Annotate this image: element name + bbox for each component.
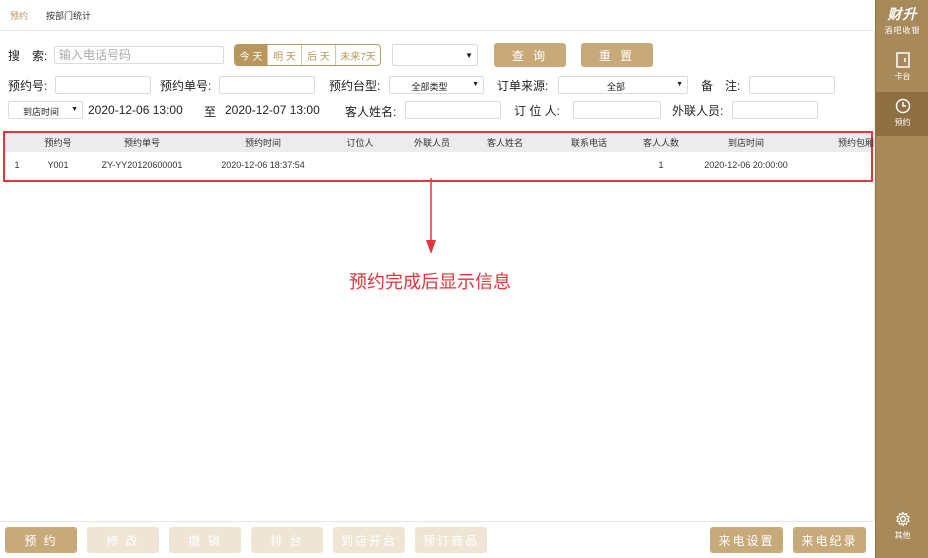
segment-next-7-days[interactable]: 未来7天 <box>336 45 380 65</box>
chevron-down-icon: ▼ <box>465 51 473 60</box>
brand-sub: 酒吧收银 <box>884 26 921 35</box>
cancel-button[interactable]: 撤 销 <box>169 527 241 553</box>
column-header: 外联人员 <box>413 138 451 148</box>
reserve-button[interactable]: 预 约 <box>5 527 77 553</box>
column-header: 客人姓名 <box>486 138 524 148</box>
query-button[interactable]: 查 询 <box>494 43 566 67</box>
column-header: 预约单号 <box>123 138 161 148</box>
door-icon <box>895 52 910 68</box>
divider <box>0 521 875 522</box>
search-input[interactable] <box>54 46 224 64</box>
column-header: 到店时间 <box>727 138 765 148</box>
time-type-value: 到店时间 <box>23 107 60 117</box>
sidebar: 财升 酒吧收银 卡台 预约 其他 <box>875 0 928 558</box>
cell-reservation-time: 2020-12-06 18:37:54 <box>221 160 305 170</box>
arrive-open-table-button[interactable]: 到店开台 <box>333 527 405 553</box>
column-header: 客人人数 <box>642 138 680 148</box>
sidebar-item-tables[interactable]: 卡台 <box>876 46 928 90</box>
reserve-goods-button[interactable]: 预订商品 <box>415 527 487 553</box>
order-source-select[interactable]: 全部 ▼ <box>558 76 688 94</box>
segment-today[interactable]: 今 天 <box>235 45 268 65</box>
gear-icon <box>895 511 910 527</box>
guest-name-label: 客人姓名: <box>345 105 397 119</box>
app: 预约 按部门统计 搜 索: 今 天 明 天 后 天 未来7天 ▼ 查 询 重 置… <box>0 0 928 558</box>
sidebar-item-reservation[interactable]: 预约 <box>876 92 928 136</box>
clock-icon <box>895 98 910 114</box>
cell-guest-count: 1 <box>658 160 664 170</box>
column-header: 订位人 <box>346 138 374 148</box>
column-header: 预约号 <box>44 138 72 148</box>
column-header: 预约包厢 <box>837 138 875 148</box>
call-settings-button[interactable]: 来电设置 <box>710 527 783 553</box>
cell-order-no: ZY-YY20120600001 <box>101 160 183 170</box>
sidebar-item-other[interactable]: 其他 <box>876 505 928 549</box>
tab-department-stats[interactable]: 按部门统计 <box>46 9 91 22</box>
sidebar-item-label: 其他 <box>894 531 911 540</box>
table-header: 预约号 预约单号 预约时间 订位人 外联人员 客人姓名 联系电话 客人人数 到店… <box>5 133 875 152</box>
segment-tomorrow[interactable]: 明 天 <box>268 45 302 65</box>
call-records-button[interactable]: 来电纪录 <box>793 527 866 553</box>
search-dropdown[interactable]: ▼ <box>392 44 478 66</box>
to-label: 至 <box>204 105 217 119</box>
annotation-arrow-icon <box>426 178 436 254</box>
cell-arrival-time: 2020-12-06 20:00:00 <box>704 160 788 170</box>
sidebar-item-label: 预约 <box>894 118 911 127</box>
staff-label: 外联人员: <box>672 104 724 118</box>
guest-name-input[interactable] <box>405 101 501 119</box>
reservation-order-input[interactable] <box>219 76 315 94</box>
table-type-label: 预约台型: <box>329 79 381 93</box>
order-source-value: 全部 <box>606 82 625 92</box>
search-label: 搜 索: <box>8 49 48 63</box>
reset-button[interactable]: 重 置 <box>581 43 653 67</box>
segment-day-after[interactable]: 后 天 <box>302 45 336 65</box>
column-header: 联系电话 <box>570 138 608 148</box>
table-type-value: 全部类型 <box>411 82 448 92</box>
top-tabs: 预约 按部门统计 <box>0 0 875 31</box>
annotation-text: 预约完成后显示信息 <box>349 272 511 292</box>
brand-logo: 财升 酒吧收银 <box>876 4 928 36</box>
brand-main: 财升 <box>887 6 918 22</box>
chevron-down-icon: ▼ <box>676 81 683 88</box>
tab-reservation[interactable]: 预约 <box>10 9 28 22</box>
chevron-down-icon: ▼ <box>472 81 479 88</box>
reservation-table: 预约号 预约单号 预约时间 订位人 外联人员 客人姓名 联系电话 客人人数 到店… <box>3 131 875 182</box>
table-type-select[interactable]: 全部类型 ▼ <box>389 76 484 94</box>
cell-index: 1 <box>14 160 20 170</box>
start-time[interactable]: 2020-12-06 13:00 <box>88 103 183 117</box>
booker-input[interactable] <box>573 101 661 119</box>
cell-reservation-no: Y001 <box>47 160 69 170</box>
remark-input[interactable] <box>749 76 835 94</box>
sidebar-item-label: 卡台 <box>894 72 911 81</box>
modify-button[interactable]: 修 改 <box>87 527 159 553</box>
staff-input[interactable] <box>732 101 818 119</box>
arrange-table-button[interactable]: 排 台 <box>251 527 323 553</box>
chevron-down-icon: ▼ <box>71 106 78 113</box>
reservation-order-label: 预约单号: <box>160 79 212 93</box>
remark-label: 备 注: <box>701 79 741 93</box>
booker-label: 订 位 人: <box>514 104 561 118</box>
order-source-label: 订单来源: <box>497 79 549 93</box>
reservation-no-label: 预约号: <box>8 79 48 93</box>
reservation-no-input[interactable] <box>55 76 151 94</box>
end-time[interactable]: 2020-12-07 13:00 <box>225 103 320 117</box>
time-type-select[interactable]: 到店时间 ▼ <box>8 101 83 119</box>
column-header: 预约时间 <box>244 138 282 148</box>
table-row[interactable]: 1 Y001 ZY-YY20120600001 2020-12-06 18:37… <box>5 152 871 180</box>
date-segment: 今 天 明 天 后 天 未来7天 <box>234 44 381 66</box>
